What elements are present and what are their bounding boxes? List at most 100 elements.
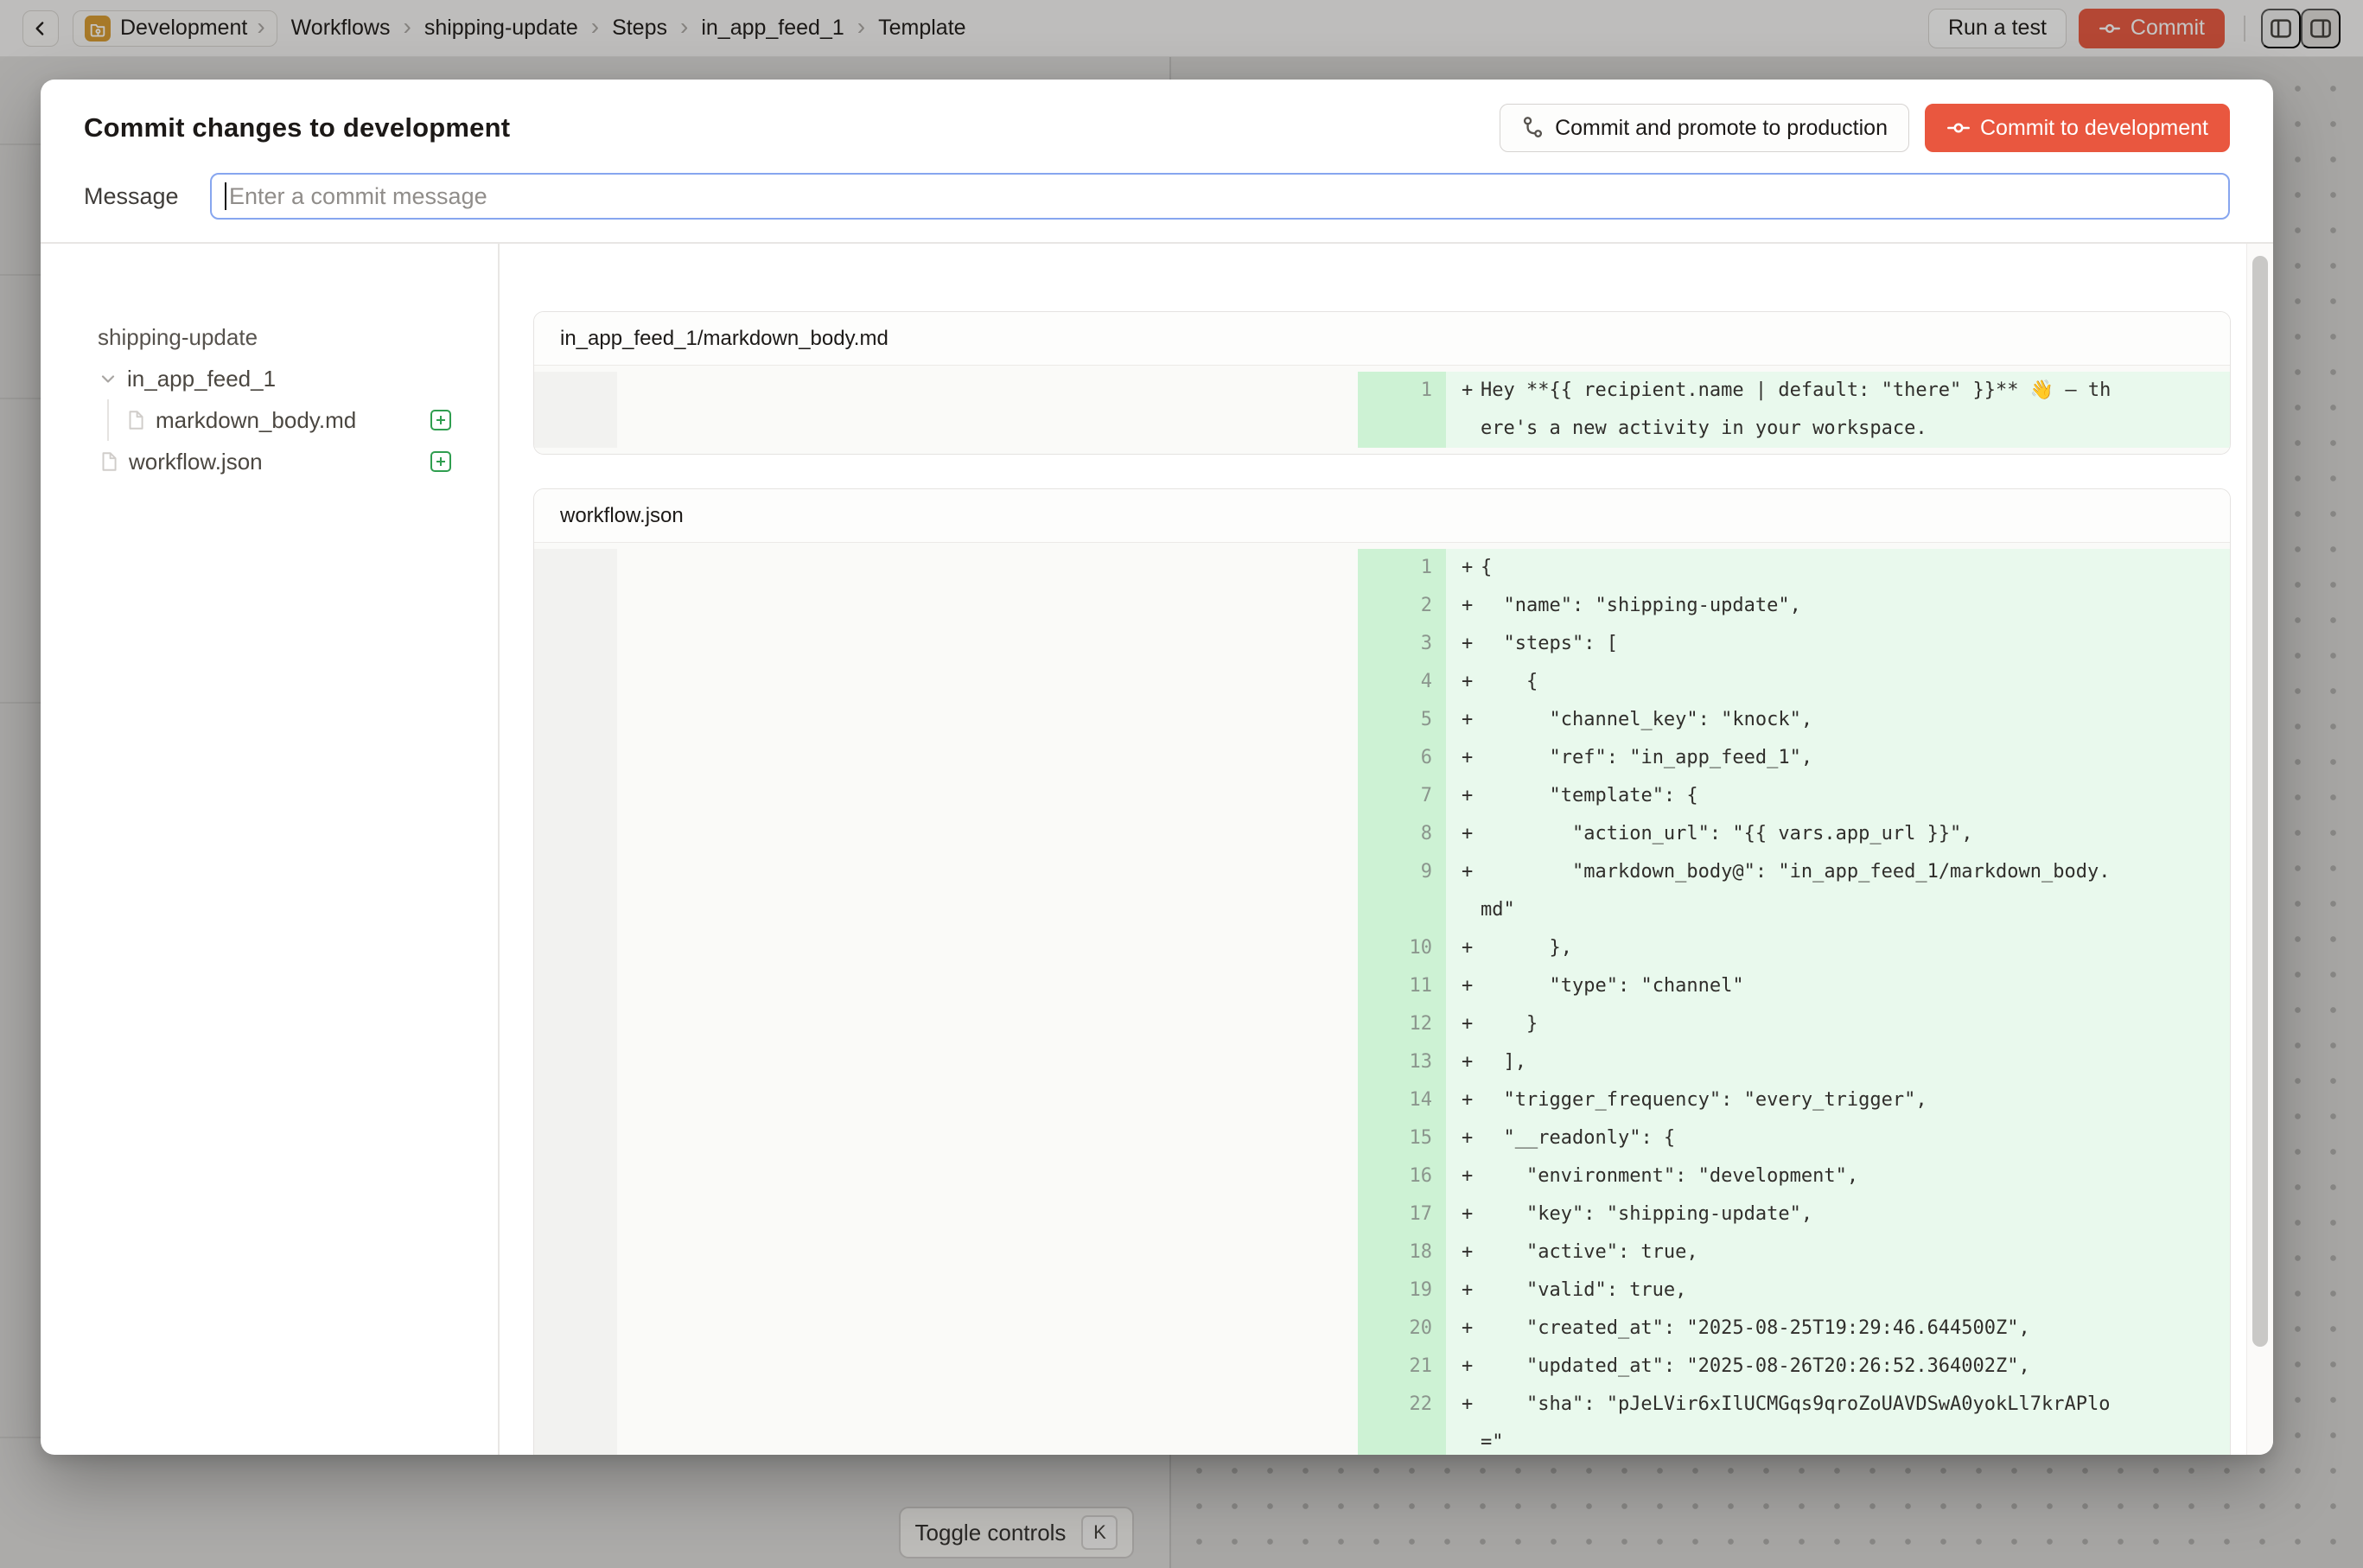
- old-line-content: [617, 701, 1358, 739]
- diff-add-marker: +: [1446, 1005, 1481, 1043]
- added-line: + "ref": "in_app_feed_1",: [1446, 739, 2230, 777]
- diff-line: 17+ "key": "shipping-update",: [534, 1195, 2230, 1233]
- added-line: + }: [1446, 1005, 2230, 1043]
- diff-add-marker: +: [1446, 1233, 1481, 1272]
- added-file-badge: [430, 450, 452, 473]
- code-text: "active": true,: [1481, 1233, 2114, 1272]
- tree-group-step[interactable]: in_app_feed_1: [98, 358, 452, 399]
- changed-files-tree: shipping-update in_app_feed_1: [41, 244, 500, 1455]
- message-label: Message: [84, 183, 210, 210]
- old-line-gutter: [534, 1272, 617, 1310]
- old-line-content: [617, 625, 1358, 663]
- line-number: 18: [1358, 1233, 1446, 1272]
- old-line-gutter: [534, 1310, 617, 1348]
- diff-add-marker: +: [1446, 587, 1481, 625]
- diff-line: 13+ ],: [534, 1043, 2230, 1081]
- old-line-content: [617, 815, 1358, 853]
- old-line-content: [617, 1119, 1358, 1157]
- added-line: + "steps": [: [1446, 625, 2230, 663]
- old-line-gutter: [534, 625, 617, 663]
- promote-label: Commit and promote to production: [1555, 116, 1888, 141]
- line-number: 7: [1358, 777, 1446, 815]
- line-number: 12: [1358, 1005, 1446, 1043]
- old-line-content: [617, 1233, 1358, 1272]
- added-line: + ],: [1446, 1043, 2230, 1081]
- old-line-content: [617, 1157, 1358, 1195]
- diff-line: 4+ {: [534, 663, 2230, 701]
- diff-add-marker: +: [1446, 739, 1481, 777]
- diff-line: 7+ "template": {: [534, 777, 2230, 815]
- tree-root-workflow: shipping-update: [98, 316, 452, 358]
- old-line-content: [617, 967, 1358, 1005]
- old-line-content: [617, 1195, 1358, 1233]
- commit-modal: Commit changes to development Commit and…: [41, 80, 2273, 1455]
- chevron-down-icon: [98, 368, 118, 389]
- diff-panel: in_app_feed_1/markdown_body.md1+Hey **{{…: [533, 311, 2231, 455]
- line-number: 10: [1358, 929, 1446, 967]
- old-line-content: [617, 739, 1358, 777]
- diff-filename: workflow.json: [534, 489, 2230, 543]
- added-line: + "channel_key": "knock",: [1446, 701, 2230, 739]
- commit-and-promote-button[interactable]: Commit and promote to production: [1500, 104, 1909, 152]
- old-line-gutter: [534, 1043, 617, 1081]
- line-number: 21: [1358, 1348, 1446, 1386]
- line-number: 15: [1358, 1119, 1446, 1157]
- diff-body: 1+{2+ "name": "shipping-update",3+ "step…: [534, 543, 2230, 1455]
- old-line-gutter: [534, 587, 617, 625]
- file-icon: [124, 409, 147, 431]
- diff-filename: in_app_feed_1/markdown_body.md: [534, 312, 2230, 366]
- modal-header: Commit changes to development Commit and…: [41, 80, 2273, 244]
- old-line-gutter: [534, 853, 617, 929]
- diff-line: 19+ "valid": true,: [534, 1272, 2230, 1310]
- added-line: + "trigger_frequency": "every_trigger",: [1446, 1081, 2230, 1119]
- added-line: + "__readonly": {: [1446, 1119, 2230, 1157]
- modal-title: Commit changes to development: [84, 112, 510, 143]
- old-line-gutter: [534, 1386, 617, 1455]
- code-text: {: [1481, 663, 2114, 701]
- old-line-gutter: [534, 701, 617, 739]
- code-text: {: [1481, 549, 2114, 587]
- tree-file-markdown-body[interactable]: markdown_body.md: [124, 399, 452, 441]
- promote-branch-icon: [1521, 116, 1545, 140]
- diff-list: in_app_feed_1/markdown_body.md1+Hey **{{…: [500, 244, 2273, 1455]
- line-number: 17: [1358, 1195, 1446, 1233]
- old-line-gutter: [534, 777, 617, 815]
- old-line-gutter: [534, 815, 617, 853]
- code-text: },: [1481, 929, 2114, 967]
- code-text: "markdown_body@": "in_app_feed_1/markdow…: [1481, 853, 2114, 929]
- commit-to-development-button[interactable]: Commit to development: [1925, 104, 2230, 152]
- diff-line: 12+ }: [534, 1005, 2230, 1043]
- added-line: + "created_at": "2025-08-25T19:29:46.644…: [1446, 1310, 2230, 1348]
- modal-scrollbar[interactable]: [2246, 244, 2273, 1455]
- diff-line: 14+ "trigger_frequency": "every_trigger"…: [534, 1081, 2230, 1119]
- diff-body: 1+Hey **{{ recipient.name | default: "th…: [534, 366, 2230, 454]
- commit-to-dev-label: Commit to development: [1980, 116, 2208, 141]
- scrollbar-thumb[interactable]: [2252, 256, 2268, 1347]
- diff-add-marker: +: [1446, 853, 1481, 891]
- code-text: "trigger_frequency": "every_trigger",: [1481, 1081, 2114, 1119]
- old-line-content: [617, 1081, 1358, 1119]
- added-file-badge: [430, 409, 452, 431]
- diff-panel: workflow.json1+{2+ "name": "shipping-upd…: [533, 488, 2231, 1455]
- tree-file-workflow-json[interactable]: workflow.json: [98, 441, 452, 482]
- commit-message-field-wrap: [210, 173, 2230, 220]
- modal-body: shipping-update in_app_feed_1: [41, 244, 2273, 1455]
- commit-icon: [1946, 116, 1971, 140]
- old-line-gutter: [534, 549, 617, 587]
- diff-add-marker: +: [1446, 1043, 1481, 1081]
- diff-line: 18+ "active": true,: [534, 1233, 2230, 1272]
- code-text: "type": "channel": [1481, 967, 2114, 1005]
- old-line-gutter: [534, 372, 617, 448]
- diff-line: 9+ "markdown_body@": "in_app_feed_1/mark…: [534, 853, 2230, 929]
- commit-message-input[interactable]: [210, 173, 2230, 220]
- added-line: + "key": "shipping-update",: [1446, 1195, 2230, 1233]
- old-line-content: [617, 587, 1358, 625]
- diff-line: 21+ "updated_at": "2025-08-26T20:26:52.3…: [534, 1348, 2230, 1386]
- code-text: }: [1481, 1005, 2114, 1043]
- old-line-content: [617, 1386, 1358, 1455]
- diff-line: 11+ "type": "channel": [534, 967, 2230, 1005]
- text-caret: [225, 182, 226, 210]
- added-line: + "type": "channel": [1446, 967, 2230, 1005]
- line-number: 22: [1358, 1386, 1446, 1455]
- code-text: "created_at": "2025-08-25T19:29:46.64450…: [1481, 1310, 2114, 1348]
